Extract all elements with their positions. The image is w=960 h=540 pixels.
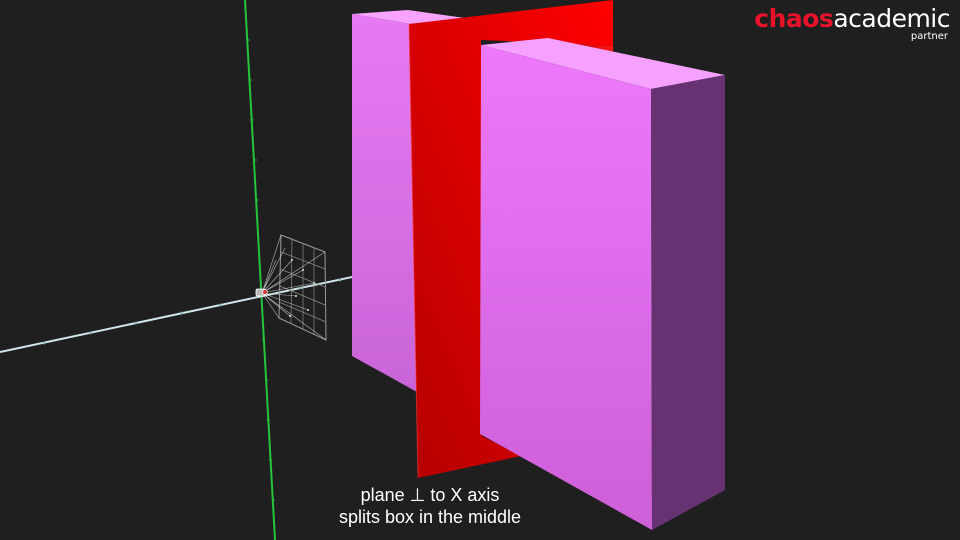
box-side-face: [651, 75, 725, 530]
chaos-academic-logo: chaosacademic partner: [754, 6, 950, 42]
viewport[interactable]: chaosacademic partner plane ⊥ to X axis …: [0, 0, 960, 540]
y-axis-line: [244, 0, 276, 540]
scene-canvas: [0, 0, 725, 540]
box-back-half[interactable]: [352, 14, 417, 392]
logo-word-text: academic: [833, 4, 950, 33]
caption: plane ⊥ to X axis splits box in the midd…: [280, 484, 580, 528]
caption-line-1: plane ⊥ to X axis: [360, 485, 500, 505]
caption-line-2: splits box in the middle: [338, 507, 522, 527]
logo-sub-text: partner: [910, 31, 948, 42]
logo-brand-text: chaos: [754, 4, 834, 33]
camera-gizmo-icon[interactable]: [255, 234, 327, 341]
